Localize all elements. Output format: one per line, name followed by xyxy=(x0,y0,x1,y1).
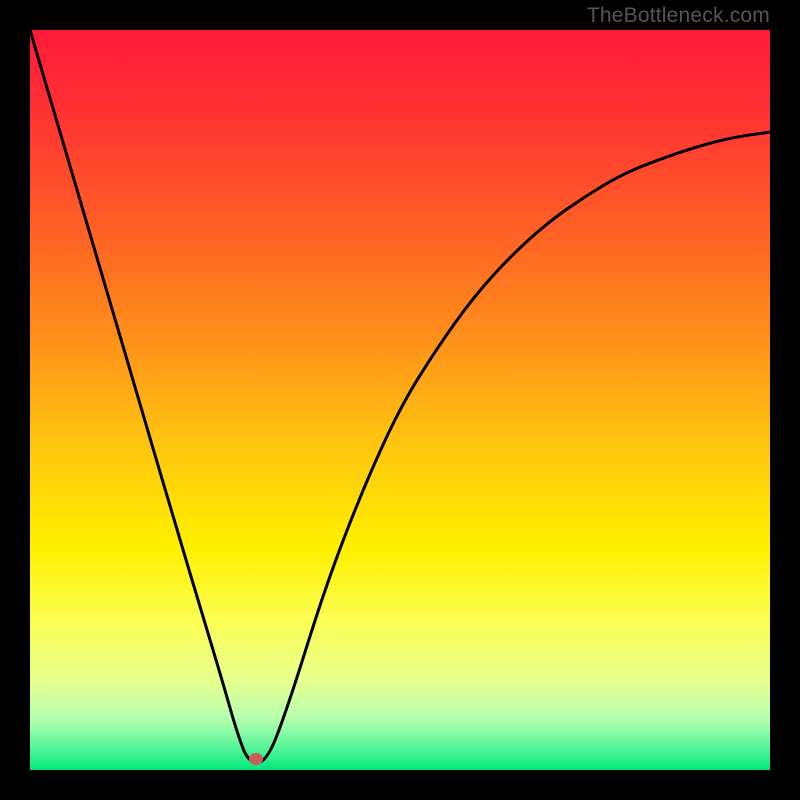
optimal-point-marker xyxy=(249,753,263,765)
bottleneck-curve xyxy=(30,30,770,770)
chart-frame: TheBottleneck.com xyxy=(0,0,800,800)
plot-area xyxy=(30,30,770,770)
watermark-text: TheBottleneck.com xyxy=(587,4,770,28)
